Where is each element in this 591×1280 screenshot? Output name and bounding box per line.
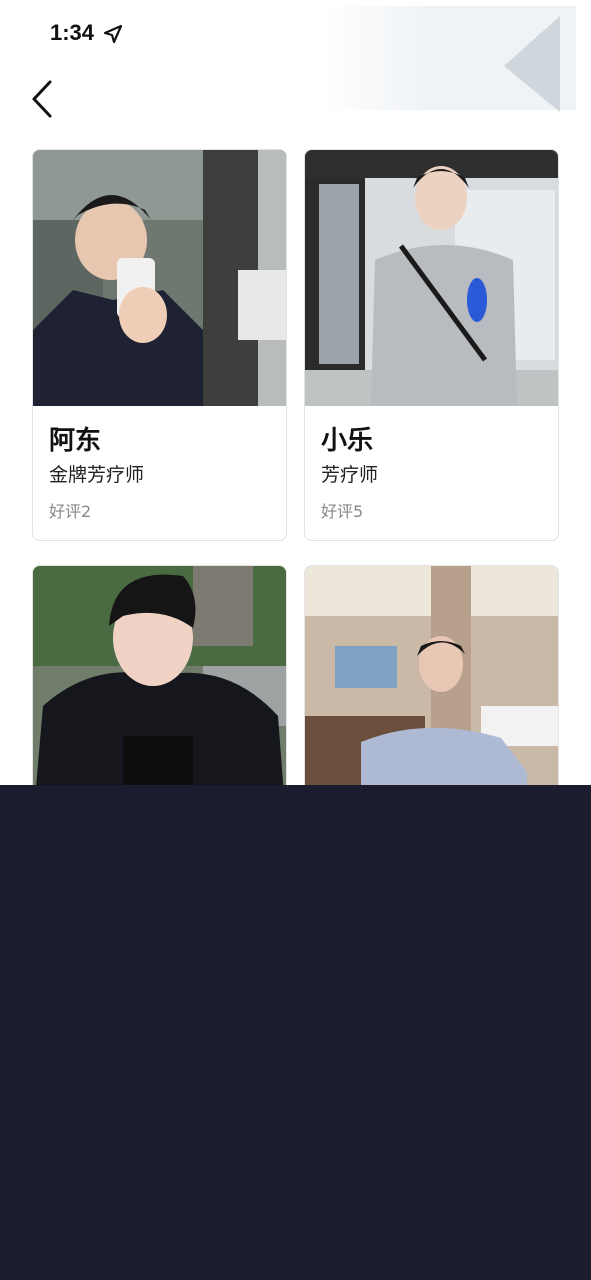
- therapist-title: 芳疗师: [321, 464, 379, 486]
- therapist-rating: 好评5: [321, 502, 364, 521]
- therapist-card[interactable]: [32, 565, 287, 800]
- therapist-rating: 好评2: [49, 502, 92, 521]
- therapist-name: 小乐: [321, 426, 374, 456]
- status-time: 1:34: [50, 20, 95, 45]
- therapist-card[interactable]: 小乐 芳疗师 好评5: [304, 149, 559, 541]
- therapist-card[interactable]: [304, 565, 559, 800]
- therapist-name: 阿东: [49, 426, 102, 456]
- location-arrow-icon: [103, 24, 123, 44]
- screen: 1:34 阿东 金牌芳疗师 好评2 小乐 芳疗师 好评5: [0, 0, 591, 1280]
- play-arrow-icon: [504, 16, 560, 112]
- therapist-photo: [305, 566, 558, 800]
- bottom-panel: [0, 785, 591, 1280]
- therapist-photo: [305, 150, 558, 406]
- back-button[interactable]: [26, 76, 62, 122]
- therapist-photo: [33, 566, 286, 800]
- top-overlay: [326, 6, 576, 112]
- therapist-photo: [33, 150, 286, 406]
- therapist-card[interactable]: 阿东 金牌芳疗师 好评2: [32, 149, 287, 541]
- therapist-list-page: 1:34 阿东 金牌芳疗师 好评2 小乐 芳疗师 好评5: [0, 0, 591, 800]
- therapist-title: 金牌芳疗师: [49, 464, 145, 486]
